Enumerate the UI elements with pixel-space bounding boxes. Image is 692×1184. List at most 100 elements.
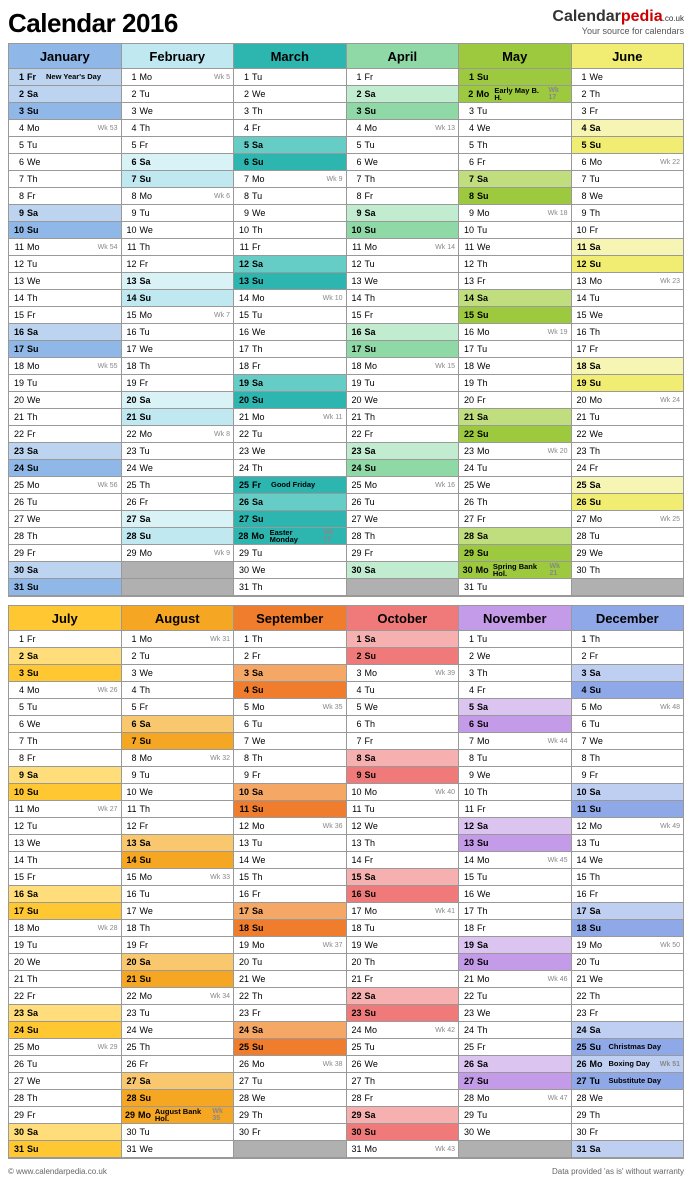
day-cell: 1Tu xyxy=(234,69,347,86)
day-cell: 30Fr xyxy=(234,1124,347,1141)
day-cell: 23Sa xyxy=(9,1005,122,1022)
day-cell: 18Sa xyxy=(572,358,684,375)
day-cell: 8Th xyxy=(572,750,684,767)
day-cell: 25We xyxy=(459,477,572,494)
day-cell: 7Sa xyxy=(459,171,572,188)
day-cell: 21Th xyxy=(347,409,460,426)
day-cell: 3Sa xyxy=(234,665,347,682)
day-cell: 22MoWk 8 xyxy=(122,426,235,443)
day-cell: 10Tu xyxy=(459,222,572,239)
day-cell: 19Tu xyxy=(9,375,122,392)
day-cell: 18We xyxy=(459,358,572,375)
day-cell: 17MoWk 41 xyxy=(347,903,460,920)
day-cell: 18MoWk 28 xyxy=(9,920,122,937)
day-cell: 29We xyxy=(572,545,684,562)
day-cell: 12Fr xyxy=(122,818,235,835)
day-cell: 15MoWk 7 xyxy=(122,307,235,324)
day-cell: 7Fr xyxy=(347,733,460,750)
day-cell: 25SuChristmas Day xyxy=(572,1039,684,1056)
day-cell: 14We xyxy=(234,852,347,869)
day-cell: 25Tu xyxy=(347,1039,460,1056)
day-cell: 9Th xyxy=(572,205,684,222)
day-cell: 7Th xyxy=(9,171,122,188)
footer-disclaimer: Data provided 'as is' without warranty xyxy=(552,1167,684,1176)
day-cell: 15Tu xyxy=(234,307,347,324)
day-cell: 11Th xyxy=(122,239,235,256)
day-cell: 13Fr xyxy=(459,273,572,290)
day-cell: 5Tu xyxy=(347,137,460,154)
day-cell: 11Su xyxy=(234,801,347,818)
day-cell: 26We xyxy=(347,1056,460,1073)
day-cell: 19Sa xyxy=(459,937,572,954)
day-cell: 17Su xyxy=(9,903,122,920)
day-cell: 18Fr xyxy=(459,920,572,937)
day-cell: 28Su xyxy=(122,1090,235,1107)
day-cell: 27TuSubstitute Day xyxy=(572,1073,684,1090)
day-cell: 20Th xyxy=(347,954,460,971)
day-cell: 26MoBoxing DayWk 51 xyxy=(572,1056,684,1073)
day-cell: 23Th xyxy=(572,443,684,460)
month-header: November xyxy=(459,606,572,631)
day-cell: 17Su xyxy=(347,341,460,358)
month-header: March xyxy=(234,44,347,69)
day-cell: 18Tu xyxy=(347,920,460,937)
day-cell: 7Th xyxy=(347,171,460,188)
day-cell: 25MoWk 56 xyxy=(9,477,122,494)
day-cell: 25Su xyxy=(234,1039,347,1056)
day-cell: 8We xyxy=(572,188,684,205)
day-cell: 20MoWk 24 xyxy=(572,392,684,409)
day-cell: 18MoWk 15 xyxy=(347,358,460,375)
day-cell: 15Th xyxy=(234,869,347,886)
brand-tagline: Your source for calendars xyxy=(552,26,684,36)
day-cell: 9Fr xyxy=(572,767,684,784)
day-cell: 2Sa xyxy=(347,86,460,103)
day-cell: 13We xyxy=(9,835,122,852)
day-cell: 15Tu xyxy=(459,869,572,886)
day-cell: 7Su xyxy=(122,733,235,750)
day-cell: 17Th xyxy=(459,903,572,920)
day-cell: 4MoWk 13 xyxy=(347,120,460,137)
day-cell: 23MoWk 20 xyxy=(459,443,572,460)
day-cell: 14We xyxy=(572,852,684,869)
day-cell: 13Sa xyxy=(122,835,235,852)
day-cell: 25Th xyxy=(122,477,235,494)
day-cell: 8Su xyxy=(459,188,572,205)
day-cell: 30We xyxy=(459,1124,572,1141)
day-cell: 4Th xyxy=(122,682,235,699)
day-cell: 29Sa xyxy=(347,1107,460,1124)
day-cell: 2Th xyxy=(572,86,684,103)
day-cell: 20Su xyxy=(459,954,572,971)
day-cell: 19Su xyxy=(572,375,684,392)
day-cell: 17We xyxy=(122,903,235,920)
day-cell: 4MoWk 26 xyxy=(9,682,122,699)
day-cell: 6We xyxy=(9,716,122,733)
day-cell: 1Fr xyxy=(347,69,460,86)
day-cell: 19MoWk 37 xyxy=(234,937,347,954)
day-cell: 27We xyxy=(347,511,460,528)
day-cell: 27Su xyxy=(234,511,347,528)
day-cell: 23We xyxy=(234,443,347,460)
day-cell: 23Tu xyxy=(122,1005,235,1022)
month-header: September xyxy=(234,606,347,631)
day-cell: 12MoWk 36 xyxy=(234,818,347,835)
day-cell: 19Fr xyxy=(122,375,235,392)
day-cell: 1Th xyxy=(234,631,347,648)
day-cell: 16Fr xyxy=(572,886,684,903)
day-cell: 30Sa xyxy=(347,562,460,579)
day-cell: 15MoWk 33 xyxy=(122,869,235,886)
day-cell: 27Sa xyxy=(122,511,235,528)
day-cell: 11Th xyxy=(122,801,235,818)
day-cell: 19Th xyxy=(459,375,572,392)
day-cell: 16Su xyxy=(347,886,460,903)
month-header: February xyxy=(122,44,235,69)
day-cell: 3Th xyxy=(234,103,347,120)
day-cell: 8MoWk 32 xyxy=(122,750,235,767)
day-cell: 27MoWk 25 xyxy=(572,511,684,528)
day-cell: 6Su xyxy=(459,716,572,733)
day-cell: 28MoWk 47 xyxy=(459,1090,572,1107)
day-cell: 17Sa xyxy=(572,903,684,920)
day-cell: 15Sa xyxy=(347,869,460,886)
day-cell: 11Sa xyxy=(572,239,684,256)
day-cell: 4We xyxy=(459,120,572,137)
day-cell: 7Tu xyxy=(572,171,684,188)
